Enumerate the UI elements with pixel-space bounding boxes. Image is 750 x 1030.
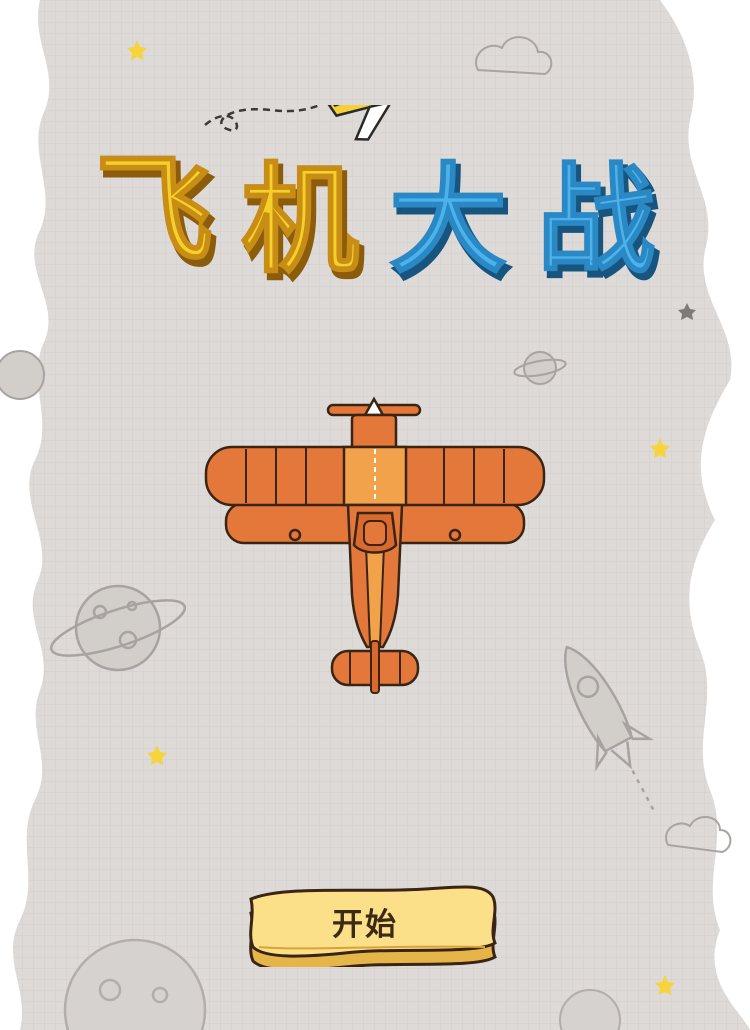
player-plane — [204, 396, 546, 694]
title-char-4-face: 战 — [537, 151, 655, 285]
game-screen: 飞 飞 机 机 大 大 战 战 开始 — [0, 0, 750, 1030]
plane-icon — [321, 105, 432, 141]
flight-path — [204, 105, 323, 132]
title-char-2-face: 机 — [241, 151, 359, 285]
planet-icon — [0, 350, 45, 400]
start-button-label: 开始 — [332, 907, 398, 943]
start-button[interactable]: 开始 — [245, 885, 500, 967]
game-title: 飞 飞 机 机 大 大 战 战 — [95, 105, 661, 285]
title-char-3-face: 大 — [389, 151, 507, 285]
title-char-1-face: 飞 — [95, 141, 213, 279]
